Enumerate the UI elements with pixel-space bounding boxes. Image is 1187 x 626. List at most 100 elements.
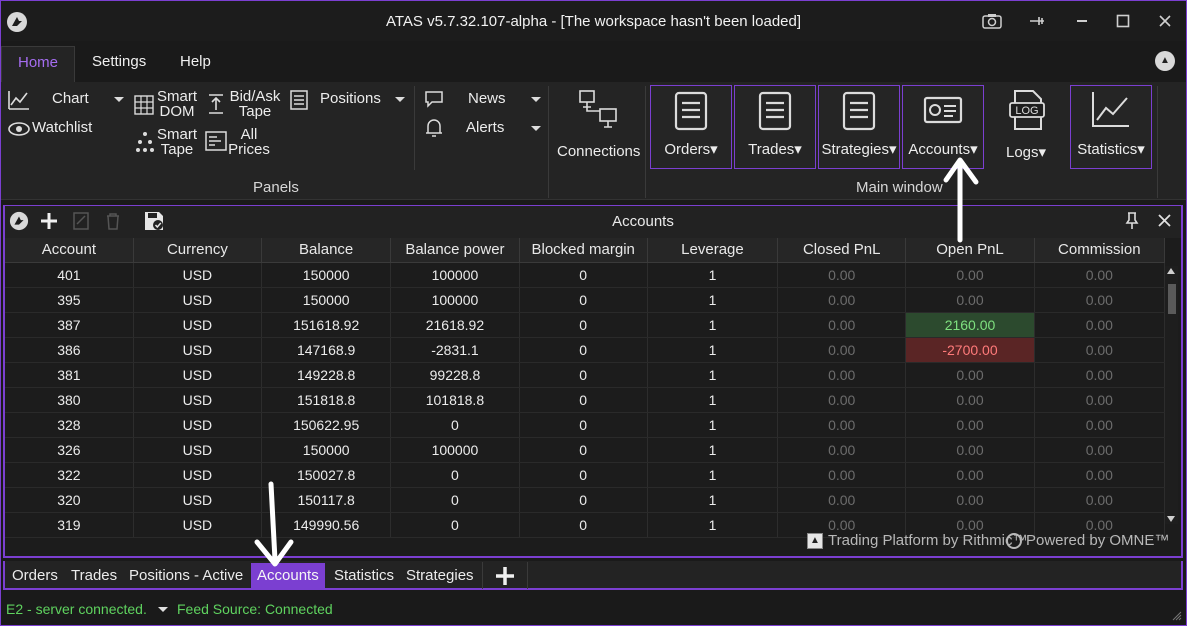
positions-dropdown-icon[interactable] [395,97,405,102]
rithmic-logo-icon: ▲ [807,533,823,549]
resize-grip-icon[interactable] [1172,611,1182,621]
table-cell: 151618.92 [261,312,392,338]
news-icon [425,91,443,108]
news-dropdown-icon[interactable] [531,97,541,102]
bidask-tape-button[interactable]: Bid/Ask Tape [228,89,282,119]
smart-tape-icon [136,132,154,152]
scroll-thumb[interactable] [1168,284,1176,314]
table-cell: 0.00 [777,487,907,513]
collapse-ribbon-icon[interactable]: ▲ [1155,51,1175,71]
news-button[interactable]: News [468,90,506,107]
table-row[interactable]: 387 USD 151618.92 21618.92 0 1 0.00 2160.00 0.00 [5,312,1166,338]
positions-button[interactable]: Positions [320,90,381,107]
table-cell: 101818.8 [390,387,520,413]
table-cell: 150000 [261,262,392,288]
table-row[interactable]: 328 USD 150622.95 0 0 1 0.00 0.00 0.00 [5,412,1166,438]
table-row[interactable]: 381 USD 149228.8 99228.8 0 1 0.00 0.00 0.00 [5,362,1166,388]
column-header[interactable]: Commission [1034,238,1166,263]
bottom-tab-positions-active[interactable]: Positions - Active [123,563,249,588]
table-row[interactable]: 386 USD 147168.9 -2831.1 0 1 0.00 -2700.00 0.00 [5,337,1166,363]
ribbon-tab-help[interactable]: Help [164,46,227,82]
chart-button[interactable]: Chart [52,90,89,107]
minimize-icon[interactable] [1066,7,1098,35]
table-cell: 100000 [390,287,520,313]
table-row[interactable]: 395 USD 150000 100000 0 1 0.00 0.00 0.00 [5,287,1166,313]
maximize-icon[interactable] [1107,7,1139,35]
watchlist-button[interactable]: Watchlist [32,119,92,136]
table-row[interactable]: 320 USD 150117.8 0 0 1 0.00 0.00 0.00 [5,487,1166,513]
scroll-down-icon[interactable] [1167,516,1175,522]
server-status-dropdown-icon[interactable] [158,607,168,612]
trades-icon [758,91,792,131]
bottom-tab-statistics[interactable]: Statistics [328,563,400,588]
logs-button[interactable]: Logs▾ [1006,143,1046,161]
table-cell: 0.00 [777,287,907,313]
statistics-window-button[interactable]: Statistics▾ [1070,85,1152,169]
table-cell: 0.00 [777,462,907,488]
trades-label: Trades▾ [748,141,802,158]
table-cell: USD [133,287,263,313]
smart-dom-button[interactable]: Smart DOM [156,89,198,119]
chart-dropdown-icon[interactable] [114,97,124,102]
bottom-tab-orders[interactable]: Orders [6,563,64,588]
close-icon[interactable] [1149,7,1181,35]
vertical-scrollbar[interactable] [1165,266,1178,524]
positions-icon [290,90,308,110]
table-cell: 0.00 [1034,262,1166,288]
table-cell: 150000 [261,437,392,463]
table-cell: -2831.1 [390,337,520,363]
table-cell: 1 [647,337,779,363]
table-cell: 0 [390,412,520,438]
close-panel-icon[interactable] [1158,214,1171,230]
server-status[interactable]: E2 - server connected. [6,601,147,617]
table-header-row: Account Currency Balance Balance power Block… [5,238,1166,263]
camera-icon[interactable] [976,7,1008,35]
table-body: 401 USD 150000 100000 0 1 0.00 0.00 0.00 395 USD 15… [5,262,1166,538]
table-cell: 0.00 [1034,437,1166,463]
table-row[interactable]: 326 USD 150000 100000 0 1 0.00 0.00 0.00 [5,437,1166,463]
orders-window-button[interactable]: Orders▾ [650,85,732,169]
column-header[interactable]: Balance [261,238,392,263]
column-header[interactable]: Closed PnL [777,238,907,263]
column-header[interactable]: Account [5,238,134,263]
smart-tape-button[interactable]: Smart Tape [156,127,198,157]
strategies-icon [842,91,876,131]
title-bar: ATAS v5.7.32.107-alpha - [The workspace … [1,1,1186,41]
alerts-dropdown-icon[interactable] [531,126,541,131]
table-row[interactable]: 380 USD 151818.8 101818.8 0 1 0.00 0.00 0.00 [5,387,1166,413]
table-cell: 0.00 [905,437,1035,463]
table-cell: 386 [5,337,134,363]
accounts-table-area: Account Currency Balance Balance power Block… [3,238,1183,558]
table-cell: 0.00 [905,487,1035,513]
table-cell: 150000 [261,287,392,313]
all-prices-label-1: All [240,126,258,143]
table-cell: 0.00 [905,287,1035,313]
strategies-window-button[interactable]: Strategies▾ [818,85,900,169]
column-header[interactable]: Blocked margin [519,238,648,263]
smart-tape-label-1: Smart [156,126,197,143]
table-cell: 0.00 [905,262,1035,288]
pin-panel-icon[interactable] [1125,212,1139,233]
table-row[interactable]: 322 USD 150027.8 0 0 1 0.00 0.00 0.00 [5,462,1166,488]
connections-button[interactable]: Connections [557,143,640,160]
column-header[interactable]: Currency [133,238,263,263]
pin-icon[interactable] [1021,7,1053,35]
scroll-up-icon[interactable] [1167,268,1175,274]
table-cell: 0.00 [1034,362,1166,388]
trades-window-button[interactable]: Trades▾ [734,85,816,169]
bottom-tab-strategies[interactable]: Strategies [400,563,480,588]
ribbon-tab-home[interactable]: Home [1,46,76,82]
table-cell: USD [133,387,263,413]
all-prices-button[interactable]: All Prices [228,127,270,157]
add-tab-button[interactable] [482,562,528,589]
ribbon-separator [1157,86,1158,198]
alerts-button[interactable]: Alerts [466,119,504,136]
table-row[interactable]: 401 USD 150000 100000 0 1 0.00 0.00 0.00 [5,262,1166,288]
column-header[interactable]: Balance power [390,238,520,263]
connections-icon [579,90,617,128]
bottom-tab-trades[interactable]: Trades [65,563,123,588]
table-cell: 0 [519,512,648,538]
table-cell: 1 [647,462,779,488]
column-header[interactable]: Leverage [647,238,779,263]
ribbon-tab-settings[interactable]: Settings [76,46,162,82]
